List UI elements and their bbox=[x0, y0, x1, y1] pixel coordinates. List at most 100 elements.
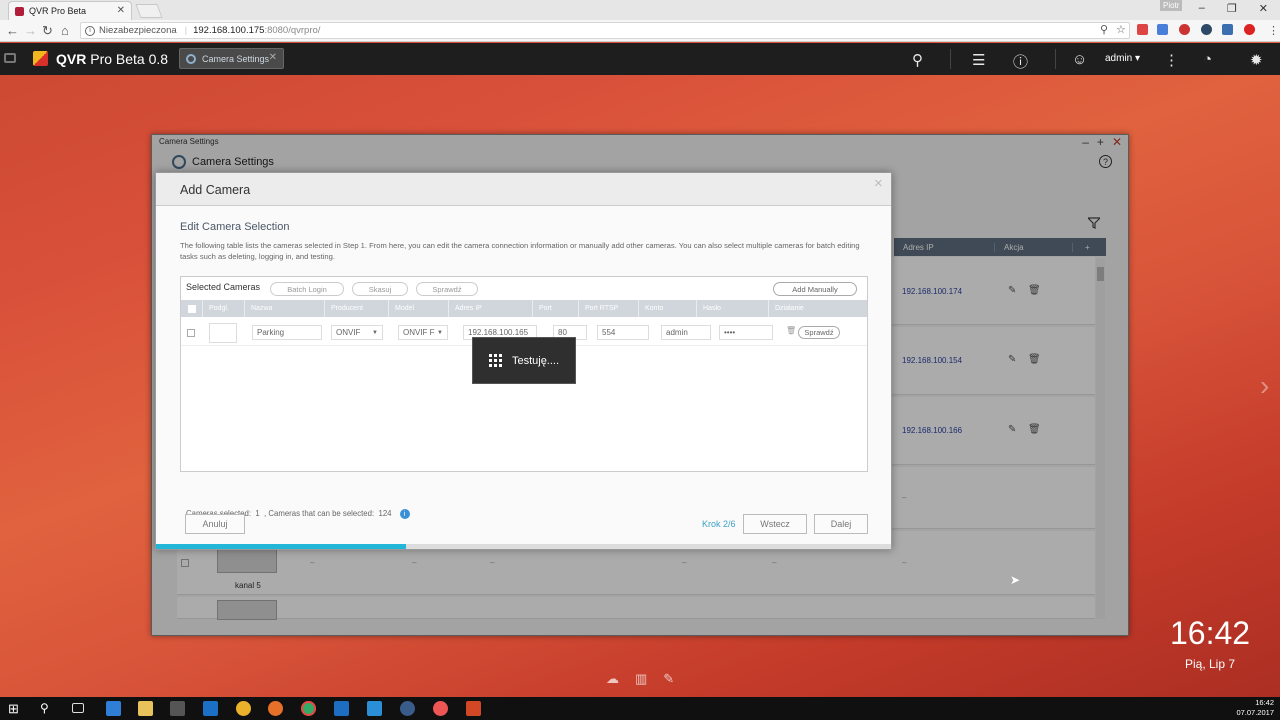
minimize-icon[interactable]: – bbox=[1199, 2, 1205, 15]
app-icon[interactable] bbox=[400, 701, 415, 716]
profile-tag[interactable]: Piotr bbox=[1160, 0, 1183, 11]
tab-camera-settings[interactable]: Camera Settings ✕ bbox=[179, 48, 284, 69]
task-view-icon[interactable] bbox=[72, 703, 84, 713]
trash-icon[interactable]: 🗑 bbox=[786, 326, 796, 335]
rtsp-port-input[interactable]: 554 bbox=[597, 325, 649, 340]
dialog-title: Add Camera bbox=[156, 173, 891, 206]
col-rtsp: Port RTSP bbox=[579, 300, 639, 317]
next-button[interactable]: Dalej bbox=[814, 514, 868, 534]
col-manufacturer: Producent bbox=[325, 300, 389, 317]
next-page-icon[interactable]: › bbox=[1260, 370, 1269, 402]
manufacturer-select[interactable]: ONVIF ▼ bbox=[331, 325, 383, 340]
loading-spinner-icon bbox=[488, 354, 502, 367]
opera-extension-icon[interactable] bbox=[1244, 24, 1255, 35]
home-icon[interactable]: ⌂ bbox=[61, 23, 69, 38]
testing-label: Testuję.... bbox=[511, 354, 560, 367]
store-icon[interactable] bbox=[170, 701, 185, 716]
selected-cameras-title: Selected Cameras bbox=[186, 282, 261, 292]
outlook-icon[interactable] bbox=[334, 701, 349, 716]
tab-label: Camera Settings bbox=[202, 53, 270, 64]
qvr-logo-icon bbox=[33, 51, 48, 66]
bookmark-star-icon[interactable]: ☆ bbox=[1116, 23, 1126, 36]
info-circle-icon[interactable]: ⓘ bbox=[1013, 51, 1028, 72]
col-port: Port bbox=[533, 300, 579, 317]
bottom-toolbar: ☁ ▥ ✎ bbox=[606, 671, 674, 687]
more-menu-icon[interactable]: ⋮ bbox=[1164, 51, 1179, 69]
powerpoint-icon[interactable] bbox=[466, 701, 481, 716]
security-label: Niezabezpieczona bbox=[99, 25, 177, 36]
row-checkbox[interactable] bbox=[187, 329, 195, 337]
check-button[interactable]: Sprawdź bbox=[416, 282, 478, 296]
dialog-close-icon[interactable]: ✕ bbox=[874, 177, 883, 190]
dialog-subtitle: Edit Camera Selection bbox=[180, 221, 290, 233]
user-icon[interactable]: ☺ bbox=[1072, 51, 1087, 68]
app-icon[interactable] bbox=[236, 701, 251, 716]
windows-taskbar: ⊞ ⚲ 16:42 07.07.2017 bbox=[0, 697, 1280, 720]
search-icon[interactable]: ⚲ bbox=[912, 51, 923, 69]
ie-icon[interactable] bbox=[203, 701, 218, 716]
address-bar: ← → ↻ ⌂ i Niezabezpieczona | 192.168.100… bbox=[0, 20, 1280, 42]
admin-menu[interactable]: admin ▾ bbox=[1105, 53, 1140, 64]
test-camera-button[interactable]: Sprawdź bbox=[798, 326, 840, 339]
back-icon[interactable]: ← bbox=[6, 23, 19, 38]
col-name: Nazwa bbox=[245, 300, 325, 317]
translate-extension-icon[interactable] bbox=[1157, 24, 1168, 35]
batch-login-button[interactable]: Batch Login bbox=[270, 282, 344, 296]
gmail-extension-icon[interactable] bbox=[1137, 24, 1148, 35]
forward-icon[interactable]: → bbox=[24, 23, 37, 38]
extension-icon[interactable] bbox=[1201, 24, 1212, 35]
browser-tab-title: QVR Pro Beta bbox=[29, 6, 87, 16]
app-title: QVR Pro Beta 0.8 bbox=[56, 51, 169, 67]
chrome-icon[interactable] bbox=[301, 701, 316, 716]
select-all-checkbox[interactable] bbox=[188, 305, 196, 313]
window-controls: – ❐ ✕ bbox=[1199, 2, 1268, 15]
firefox-icon[interactable] bbox=[268, 701, 283, 716]
dashboard-icon[interactable]: ◔ bbox=[1203, 51, 1212, 68]
alarm-icon[interactable]: ✹ bbox=[1250, 51, 1263, 69]
delete-button[interactable]: Skasuj bbox=[352, 282, 408, 296]
new-tab-button[interactable] bbox=[135, 4, 163, 18]
close-window-icon[interactable]: ✕ bbox=[1259, 2, 1268, 15]
url-host: 192.168.100.175 bbox=[193, 25, 265, 36]
tab-close-icon[interactable]: ✕ bbox=[269, 52, 277, 63]
browser-tab[interactable]: QVR Pro Beta ✕ bbox=[8, 1, 132, 20]
cloud-icon[interactable]: ☁ bbox=[606, 671, 619, 687]
tasks-icon[interactable]: ☰ bbox=[972, 51, 985, 69]
cancel-button[interactable]: Anuluj bbox=[185, 514, 245, 534]
add-manually-button[interactable]: Add Manually bbox=[773, 282, 857, 296]
system-tray-clock[interactable]: 16:42 07.07.2017 bbox=[1236, 698, 1274, 718]
edge-icon[interactable] bbox=[106, 701, 121, 716]
step-indicator: Krok 2/6 bbox=[702, 519, 736, 529]
desktop-date: Pią, Lip 7 bbox=[1185, 657, 1236, 671]
camera-name-input[interactable]: Parking bbox=[252, 325, 322, 340]
dropdown-arrow-icon: ▼ bbox=[372, 329, 378, 336]
tab-close-icon[interactable]: ✕ bbox=[117, 5, 125, 16]
model-select[interactable]: ONVIF F ▼ bbox=[398, 325, 448, 340]
back-button[interactable]: Wstecz bbox=[743, 514, 807, 534]
restore-icon[interactable]: ❐ bbox=[1227, 2, 1237, 15]
windows-start-icon[interactable]: ⊞ bbox=[8, 701, 23, 716]
browser-menu-icon[interactable]: ⋮ bbox=[1268, 24, 1279, 37]
key-icon[interactable]: ⚲ bbox=[1100, 23, 1108, 36]
qvr-top-bar: QVR Pro Beta 0.8 Camera Settings ✕ ⚲ ☰ ⓘ… bbox=[0, 43, 1280, 75]
password-input[interactable]: •••• bbox=[719, 325, 773, 340]
info-icon[interactable]: i bbox=[399, 509, 410, 519]
book-icon[interactable]: ▥ bbox=[635, 671, 647, 687]
note-icon[interactable]: ✎ bbox=[663, 671, 674, 687]
dialog-description: The following table lists the cameras se… bbox=[180, 241, 860, 261]
search-icon[interactable]: ⚲ bbox=[40, 701, 55, 716]
list-extension-icon[interactable] bbox=[1222, 24, 1233, 35]
mouse-cursor-icon: ➤ bbox=[1010, 573, 1021, 587]
account-input[interactable]: admin bbox=[661, 325, 711, 340]
url-input[interactable]: i Niezabezpieczona | 192.168.100.175 :80… bbox=[80, 22, 1130, 39]
adblock-extension-icon[interactable] bbox=[1179, 24, 1190, 35]
reload-icon[interactable]: ↻ bbox=[42, 23, 53, 39]
browser-tab-bar: QVR Pro Beta ✕ Piotr – ❐ ✕ bbox=[0, 0, 1280, 20]
desktop-clock: 16:42 bbox=[1170, 615, 1251, 651]
col-account: Konto bbox=[639, 300, 697, 317]
info-icon[interactable]: i bbox=[85, 25, 95, 36]
explorer-icon[interactable] bbox=[138, 701, 153, 716]
chart-app-icon[interactable] bbox=[367, 701, 382, 716]
app-icon[interactable] bbox=[433, 701, 448, 716]
side-menu-icon[interactable] bbox=[4, 53, 16, 63]
